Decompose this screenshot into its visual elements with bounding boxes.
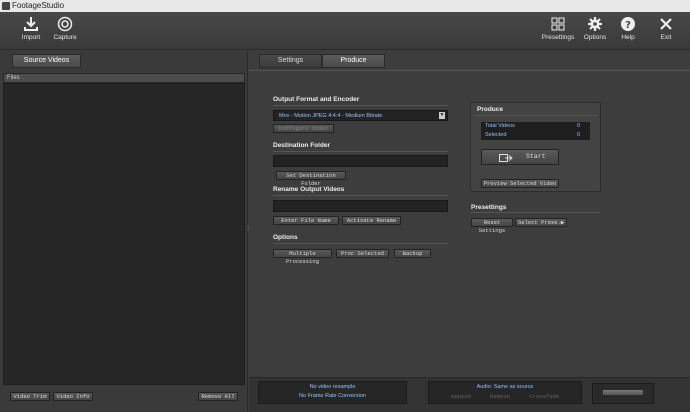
progress-area (592, 383, 654, 404)
tab-source-videos[interactable]: Source Videos (12, 54, 81, 68)
exit-label: Exit (660, 34, 672, 41)
tab-produce[interactable]: Produce (322, 54, 385, 68)
video-info-panel: No video resample No Frame Rate Conversi… (258, 381, 407, 404)
activate-rename-button[interactable]: Activate Rename (342, 216, 401, 225)
start-label: Start (526, 153, 546, 160)
grid-icon (551, 17, 565, 31)
import-label: Import (21, 34, 41, 41)
options-button[interactable]: Options (577, 16, 613, 41)
title-bar: FootageStudio (0, 0, 690, 12)
selected-value: 0 (576, 132, 580, 138)
capture-button[interactable]: Capture (47, 16, 83, 41)
start-arrow-icon (499, 154, 513, 162)
divider (273, 105, 448, 106)
output-format-heading: Output Format and Encoder (273, 96, 360, 103)
set-destination-button[interactable]: Set Destination Folder (276, 171, 346, 187)
start-button[interactable]: Start (481, 149, 559, 165)
multiple-processing-button[interactable]: Multiple Processing (273, 249, 332, 265)
produce-heading: Produce (477, 106, 504, 113)
capture-label: Capture (53, 34, 77, 41)
append-button[interactable]: Append (451, 393, 471, 400)
app-icon (2, 2, 10, 10)
files-header: Files (3, 73, 245, 83)
progress-bar (603, 390, 643, 395)
remove-button[interactable]: Remove (490, 393, 510, 400)
total-videos-value: 0 (576, 123, 580, 129)
frame-rate-text: No Frame Rate Conversion (299, 393, 366, 399)
format-select[interactable]: Mov - Motion JPEG 4:4:4 - Medium Bitrate… (273, 110, 448, 121)
capture-icon (57, 16, 73, 32)
presettings-heading: Presettings (471, 204, 507, 211)
help-label: Help (621, 34, 635, 41)
preview-selected-button[interactable]: Preview Selected Video (481, 179, 559, 188)
configure-codec-button[interactable]: Configure Codec (273, 124, 334, 133)
rename-field[interactable] (273, 200, 448, 212)
audio-actions: Append Remove Crossfade (429, 393, 581, 400)
rename-heading: Rename Output Videos (273, 186, 345, 193)
tab-settings[interactable]: Settings (259, 54, 322, 68)
selected-row: Selected 0 (481, 131, 590, 140)
destination-field[interactable] (273, 155, 448, 167)
options-heading: Options (273, 234, 298, 241)
window-title: FootageStudio (12, 1, 65, 10)
select-preset-dropdown[interactable]: Select Prese.. ▶ (515, 218, 567, 227)
video-trim-button[interactable]: Video Trim (10, 392, 50, 401)
reset-settings-button[interactable]: Reset Settings (471, 218, 513, 234)
audio-text: Audio: Same as source (476, 384, 534, 390)
enter-file-name-button[interactable]: Enter File Name (273, 216, 339, 225)
close-icon (660, 18, 672, 30)
tab-divider (249, 70, 690, 71)
proc-selected-button[interactable]: Proc Selected (336, 249, 389, 258)
select-preset-label: Select Prese.. (518, 219, 565, 226)
video-resample-text: No video resample (309, 384, 356, 390)
remove-all-button[interactable]: Remove All (198, 392, 238, 401)
divider (474, 115, 597, 116)
crossfade-button[interactable]: Crossfade (529, 393, 559, 400)
file-list[interactable] (3, 83, 245, 385)
help-icon: ? (621, 17, 635, 31)
format-select-value: Mov - Motion JPEG 4:4:4 - Medium Bitrate (279, 113, 383, 119)
selected-label: Selected (485, 132, 507, 138)
total-videos-label: Total Videos (485, 123, 515, 129)
options-label: Options (583, 34, 607, 41)
divider (273, 195, 448, 196)
audio-info-panel: Audio: Same as source Append Remove Cros… (428, 381, 582, 404)
divider (273, 243, 448, 244)
panel-splitter[interactable]: ⋮ (245, 225, 251, 232)
import-button[interactable]: Import (13, 16, 49, 41)
svg-text:?: ? (625, 20, 631, 31)
video-info-button[interactable]: Video Info (53, 392, 93, 401)
exit-button[interactable]: Exit (648, 16, 684, 41)
backup-button[interactable]: Backup (394, 249, 431, 258)
presettings-label: Presettings (541, 34, 575, 41)
gear-icon (588, 17, 602, 31)
destination-heading: Destination Folder (273, 142, 331, 149)
presettings-button[interactable]: Presettings (540, 16, 576, 41)
divider (471, 212, 600, 213)
import-icon (24, 17, 38, 31)
divider (273, 151, 448, 152)
toolbar: Import Capture Presettings Options ? Hel… (0, 12, 690, 50)
chevron-down-icon: ▼ (439, 112, 445, 119)
help-button[interactable]: ? Help (610, 16, 646, 41)
caret-right-icon: ▶ (560, 219, 564, 226)
total-videos-row: Total Videos 0 (481, 122, 590, 131)
